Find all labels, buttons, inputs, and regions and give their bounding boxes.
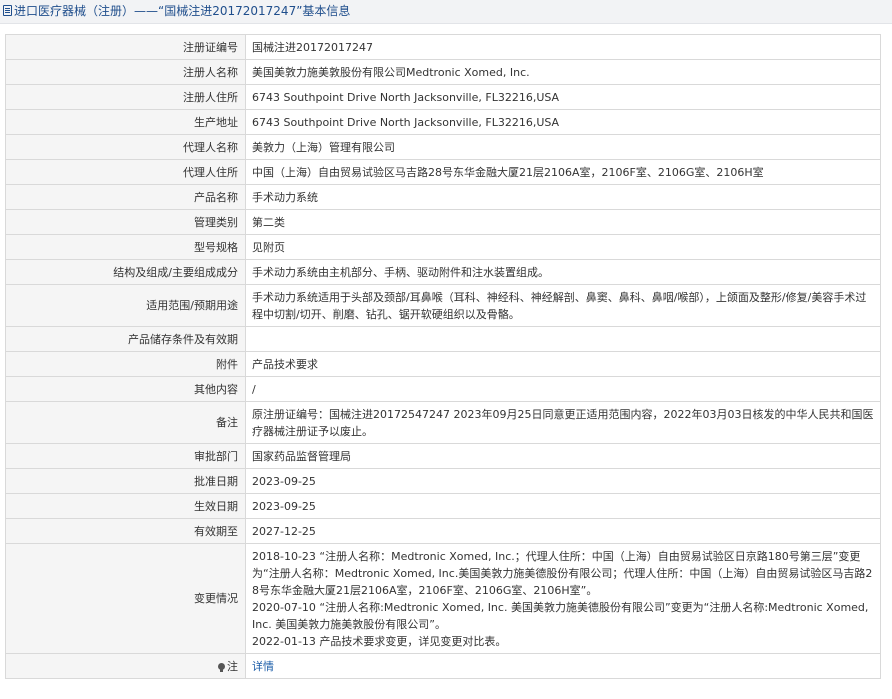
header-bar: 进口医疗器械（注册）——“国械注进20172017247”基本信息 xyxy=(0,0,892,24)
label-model-spec: 型号规格 xyxy=(5,234,246,260)
info-table: 注册证编号 国械注进20172017247 注册人名称 美国美敦力施美敦股份有限… xyxy=(5,34,881,679)
document-icon xyxy=(3,5,12,16)
label-other: 其他内容 xyxy=(5,376,246,402)
label-reg-no: 注册证编号 xyxy=(5,34,246,60)
value-approval-dept: 国家药品监督管理局 xyxy=(245,443,881,469)
label-approval-dept: 审批部门 xyxy=(5,443,246,469)
value-expiry-date: 2027-12-25 xyxy=(245,518,881,544)
label-storage: 产品储存条件及有效期 xyxy=(5,326,246,352)
table-row: 注册人名称 美国美敦力施美敦股份有限公司Medtronic Xomed, Inc… xyxy=(5,59,881,85)
table-row: 适用范围/预期用途 手术动力系统适用于头部及颈部/耳鼻喉（耳科、神经科、神经解剖… xyxy=(5,284,881,327)
table-row: 生效日期 2023-09-25 xyxy=(5,493,881,519)
value-change-history: 2018-10-23 “注册人名称：Medtronic Xomed, Inc.；… xyxy=(245,543,881,654)
value-reg-no: 国械注进20172017247 xyxy=(245,34,881,60)
table-row: 型号规格 见附页 xyxy=(5,234,881,260)
table-row: 结构及组成/主要组成成分 手术动力系统由主机部分、手柄、驱动附件和注水装置组成。 xyxy=(5,259,881,285)
label-registrant-address: 注册人住所 xyxy=(5,84,246,110)
label-management-class: 管理类别 xyxy=(5,209,246,235)
value-attachment: 产品技术要求 xyxy=(245,351,881,377)
value-structure: 手术动力系统由主机部分、手柄、驱动附件和注水装置组成。 xyxy=(245,259,881,285)
value-approval-date: 2023-09-25 xyxy=(245,468,881,494)
value-remark: 原注册证编号：国械注进20172547247 2023年09月25日同意更正适用… xyxy=(245,401,881,444)
table-row: 审批部门 国家药品监督管理局 xyxy=(5,443,881,469)
value-registrant-address: 6743 Southpoint Drive North Jacksonville… xyxy=(245,84,881,110)
label-note: 注 xyxy=(5,653,246,679)
value-production-address: 6743 Southpoint Drive North Jacksonville… xyxy=(245,109,881,135)
label-change-history: 变更情况 xyxy=(5,543,246,654)
table-row: 变更情况 2018-10-23 “注册人名称：Medtronic Xomed, … xyxy=(5,543,881,654)
value-scope: 手术动力系统适用于头部及颈部/耳鼻喉（耳科、神经科、神经解剖、鼻窦、鼻科、鼻咽/… xyxy=(245,284,881,327)
details-link[interactable]: 详情 xyxy=(252,660,274,673)
table-row: 注 详情 xyxy=(5,653,881,679)
label-production-address: 生产地址 xyxy=(5,109,246,135)
table-row: 批准日期 2023-09-25 xyxy=(5,468,881,494)
label-scope: 适用范围/预期用途 xyxy=(5,284,246,327)
label-product-name: 产品名称 xyxy=(5,184,246,210)
value-other: / xyxy=(245,376,881,402)
value-registrant-name: 美国美敦力施美敦股份有限公司Medtronic Xomed, Inc. xyxy=(245,59,881,85)
label-attachment: 附件 xyxy=(5,351,246,377)
table-row: 代理人住所 中国（上海）自由贸易试验区马吉路28号东华金融大厦21层2106A室… xyxy=(5,159,881,185)
value-effective-date: 2023-09-25 xyxy=(245,493,881,519)
value-agent-name: 美敦力（上海）管理有限公司 xyxy=(245,134,881,160)
table-row: 生产地址 6743 Southpoint Drive North Jackson… xyxy=(5,109,881,135)
table-row: 产品储存条件及有效期 xyxy=(5,326,881,352)
value-management-class: 第二类 xyxy=(245,209,881,235)
label-note-text: 注 xyxy=(227,659,238,673)
table-row: 代理人名称 美敦力（上海）管理有限公司 xyxy=(5,134,881,160)
table-row: 产品名称 手术动力系统 xyxy=(5,184,881,210)
label-effective-date: 生效日期 xyxy=(5,493,246,519)
value-agent-address: 中国（上海）自由贸易试验区马吉路28号东华金融大厦21层2106A室，2106F… xyxy=(245,159,881,185)
value-storage xyxy=(245,326,881,352)
label-remark: 备注 xyxy=(5,401,246,444)
label-structure: 结构及组成/主要组成成分 xyxy=(5,259,246,285)
change-entry: 2022-01-13 产品技术要求变更，详见变更对比表。 xyxy=(252,634,507,648)
page-title: 进口医疗器械（注册）——“国械注进20172017247”基本信息 xyxy=(3,3,350,19)
table-row: 有效期至 2027-12-25 xyxy=(5,518,881,544)
table-row: 附件 产品技术要求 xyxy=(5,351,881,377)
value-model-spec: 见附页 xyxy=(245,234,881,260)
table-row: 注册证编号 国械注进20172017247 xyxy=(5,34,881,60)
label-agent-address: 代理人住所 xyxy=(5,159,246,185)
label-registrant-name: 注册人名称 xyxy=(5,59,246,85)
page-title-text: 进口医疗器械（注册）——“国械注进20172017247”基本信息 xyxy=(14,4,351,18)
tip-icon xyxy=(218,662,225,672)
table-row: 备注 原注册证编号：国械注进20172547247 2023年09月25日同意更… xyxy=(5,401,881,444)
change-entry: 2018-10-23 “注册人名称：Medtronic Xomed, Inc.；… xyxy=(252,549,873,597)
table-row: 其他内容 / xyxy=(5,376,881,402)
value-product-name: 手术动力系统 xyxy=(245,184,881,210)
label-agent-name: 代理人名称 xyxy=(5,134,246,160)
label-approval-date: 批准日期 xyxy=(5,468,246,494)
label-expiry-date: 有效期至 xyxy=(5,518,246,544)
change-entry: 2020-07-10 “注册人名称:Medtronic Xomed, Inc. … xyxy=(252,600,869,631)
table-row: 管理类别 第二类 xyxy=(5,209,881,235)
table-row: 注册人住所 6743 Southpoint Drive North Jackso… xyxy=(5,84,881,110)
value-note: 详情 xyxy=(245,653,881,679)
